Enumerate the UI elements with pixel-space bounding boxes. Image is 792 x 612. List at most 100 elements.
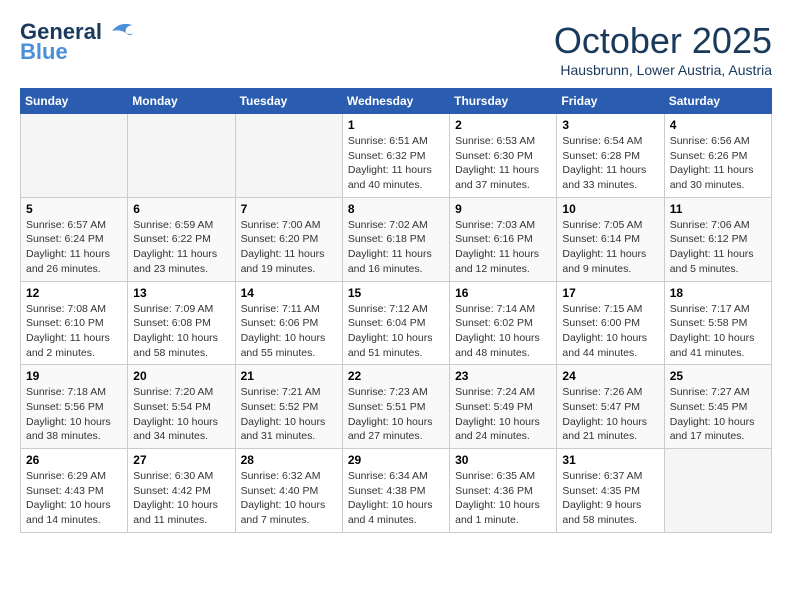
weekday-header-sunday: Sunday	[21, 89, 128, 114]
day-info: Sunrise: 7:15 AM Sunset: 6:00 PM Dayligh…	[562, 302, 658, 361]
calendar-cell: 24 Sunrise: 7:26 AM Sunset: 5:47 PM Dayli…	[557, 365, 664, 449]
day-info: Sunrise: 7:17 AM Sunset: 5:58 PM Dayligh…	[670, 302, 766, 361]
day-number: 6	[133, 202, 229, 216]
day-info: Sunrise: 7:27 AM Sunset: 5:45 PM Dayligh…	[670, 385, 766, 444]
calendar-cell: 16 Sunrise: 7:14 AM Sunset: 6:02 PM Dayli…	[450, 281, 557, 365]
day-info: Sunrise: 7:20 AM Sunset: 5:54 PM Dayligh…	[133, 385, 229, 444]
weekday-header-monday: Monday	[128, 89, 235, 114]
day-info: Sunrise: 6:37 AM Sunset: 4:35 PM Dayligh…	[562, 469, 658, 528]
day-number: 5	[26, 202, 122, 216]
calendar-cell	[664, 449, 771, 533]
calendar-cell: 21 Sunrise: 7:21 AM Sunset: 5:52 PM Dayli…	[235, 365, 342, 449]
day-number: 12	[26, 286, 122, 300]
weekday-header-saturday: Saturday	[664, 89, 771, 114]
day-number: 10	[562, 202, 658, 216]
day-info: Sunrise: 6:53 AM Sunset: 6:30 PM Dayligh…	[455, 134, 551, 193]
logo-blue: Blue	[20, 40, 68, 64]
day-number: 24	[562, 369, 658, 383]
day-number: 17	[562, 286, 658, 300]
calendar-cell: 22 Sunrise: 7:23 AM Sunset: 5:51 PM Dayli…	[342, 365, 449, 449]
day-number: 21	[241, 369, 337, 383]
calendar-cell: 8Sunrise: 7:02 AM Sunset: 6:18 PM Daylig…	[342, 197, 449, 281]
day-number: 25	[670, 369, 766, 383]
calendar-cell: 23 Sunrise: 7:24 AM Sunset: 5:49 PM Dayli…	[450, 365, 557, 449]
calendar-table: SundayMondayTuesdayWednesdayThursdayFrid…	[20, 88, 772, 533]
calendar-cell	[235, 114, 342, 198]
day-info: Sunrise: 7:05 AM Sunset: 6:14 PM Dayligh…	[562, 218, 658, 277]
day-number: 14	[241, 286, 337, 300]
day-info: Sunrise: 6:54 AM Sunset: 6:28 PM Dayligh…	[562, 134, 658, 193]
day-number: 20	[133, 369, 229, 383]
calendar-cell: 19Sunrise: 7:18 AM Sunset: 5:56 PM Dayli…	[21, 365, 128, 449]
calendar-cell: 26 Sunrise: 6:29 AM Sunset: 4:43 PM Dayli…	[21, 449, 128, 533]
day-number: 31	[562, 453, 658, 467]
calendar-cell: 1Sunrise: 6:51 AM Sunset: 6:32 PM Daylig…	[342, 114, 449, 198]
calendar-cell	[128, 114, 235, 198]
day-number: 7	[241, 202, 337, 216]
day-info: Sunrise: 7:18 AM Sunset: 5:56 PM Dayligh…	[26, 385, 122, 444]
calendar-cell: 4Sunrise: 6:56 AM Sunset: 6:26 PM Daylig…	[664, 114, 771, 198]
day-info: Sunrise: 7:14 AM Sunset: 6:02 PM Dayligh…	[455, 302, 551, 361]
page-header: General Blue October 2025 Hausbrunn, Low…	[20, 20, 772, 78]
title-block: October 2025 Hausbrunn, Lower Austria, A…	[554, 20, 772, 78]
calendar-week-5: 26 Sunrise: 6:29 AM Sunset: 4:43 PM Dayli…	[21, 449, 772, 533]
day-number: 28	[241, 453, 337, 467]
calendar-cell: 13Sunrise: 7:09 AM Sunset: 6:08 PM Dayli…	[128, 281, 235, 365]
calendar-cell: 5 Sunrise: 6:57 AM Sunset: 6:24 PM Daylig…	[21, 197, 128, 281]
day-info: Sunrise: 7:24 AM Sunset: 5:49 PM Dayligh…	[455, 385, 551, 444]
day-info: Sunrise: 7:03 AM Sunset: 6:16 PM Dayligh…	[455, 218, 551, 277]
calendar-week-3: 12 Sunrise: 7:08 AM Sunset: 6:10 PM Dayli…	[21, 281, 772, 365]
day-info: Sunrise: 7:00 AM Sunset: 6:20 PM Dayligh…	[241, 218, 337, 277]
calendar-cell: 11 Sunrise: 7:06 AM Sunset: 6:12 PM Dayli…	[664, 197, 771, 281]
day-info: Sunrise: 6:29 AM Sunset: 4:43 PM Dayligh…	[26, 469, 122, 528]
day-number: 23	[455, 369, 551, 383]
day-info: Sunrise: 6:56 AM Sunset: 6:26 PM Dayligh…	[670, 134, 766, 193]
day-number: 9	[455, 202, 551, 216]
calendar-cell: 28 Sunrise: 6:32 AM Sunset: 4:40 PM Dayli…	[235, 449, 342, 533]
day-number: 22	[348, 369, 444, 383]
day-info: Sunrise: 7:02 AM Sunset: 6:18 PM Dayligh…	[348, 218, 444, 277]
day-info: Sunrise: 7:09 AM Sunset: 6:08 PM Dayligh…	[133, 302, 229, 361]
logo: General Blue	[20, 20, 136, 64]
day-info: Sunrise: 7:08 AM Sunset: 6:10 PM Dayligh…	[26, 302, 122, 361]
day-info: Sunrise: 6:30 AM Sunset: 4:42 PM Dayligh…	[133, 469, 229, 528]
weekday-header-tuesday: Tuesday	[235, 89, 342, 114]
calendar-cell: 30Sunrise: 6:35 AM Sunset: 4:36 PM Dayli…	[450, 449, 557, 533]
calendar-cell: 27 Sunrise: 6:30 AM Sunset: 4:42 PM Dayli…	[128, 449, 235, 533]
weekday-header-row: SundayMondayTuesdayWednesdayThursdayFrid…	[21, 89, 772, 114]
day-number: 16	[455, 286, 551, 300]
day-number: 11	[670, 202, 766, 216]
day-number: 27	[133, 453, 229, 467]
location: Hausbrunn, Lower Austria, Austria	[554, 62, 772, 78]
day-number: 1	[348, 118, 444, 132]
day-number: 26	[26, 453, 122, 467]
calendar-cell: 18 Sunrise: 7:17 AM Sunset: 5:58 PM Dayli…	[664, 281, 771, 365]
day-info: Sunrise: 7:21 AM Sunset: 5:52 PM Dayligh…	[241, 385, 337, 444]
calendar-cell: 12 Sunrise: 7:08 AM Sunset: 6:10 PM Dayli…	[21, 281, 128, 365]
day-info: Sunrise: 6:34 AM Sunset: 4:38 PM Dayligh…	[348, 469, 444, 528]
calendar-cell	[21, 114, 128, 198]
day-info: Sunrise: 6:32 AM Sunset: 4:40 PM Dayligh…	[241, 469, 337, 528]
day-number: 18	[670, 286, 766, 300]
day-info: Sunrise: 6:57 AM Sunset: 6:24 PM Dayligh…	[26, 218, 122, 277]
month-title: October 2025	[554, 20, 772, 62]
day-info: Sunrise: 7:23 AM Sunset: 5:51 PM Dayligh…	[348, 385, 444, 444]
day-info: Sunrise: 7:06 AM Sunset: 6:12 PM Dayligh…	[670, 218, 766, 277]
calendar-cell: 15Sunrise: 7:12 AM Sunset: 6:04 PM Dayli…	[342, 281, 449, 365]
calendar-cell: 17 Sunrise: 7:15 AM Sunset: 6:00 PM Dayli…	[557, 281, 664, 365]
calendar-cell: 6 Sunrise: 6:59 AM Sunset: 6:22 PM Daylig…	[128, 197, 235, 281]
day-info: Sunrise: 6:35 AM Sunset: 4:36 PM Dayligh…	[455, 469, 551, 528]
day-number: 29	[348, 453, 444, 467]
day-info: Sunrise: 6:59 AM Sunset: 6:22 PM Dayligh…	[133, 218, 229, 277]
calendar-cell: 9 Sunrise: 7:03 AM Sunset: 6:16 PM Daylig…	[450, 197, 557, 281]
day-info: Sunrise: 7:26 AM Sunset: 5:47 PM Dayligh…	[562, 385, 658, 444]
weekday-header-thursday: Thursday	[450, 89, 557, 114]
calendar-cell: 7 Sunrise: 7:00 AM Sunset: 6:20 PM Daylig…	[235, 197, 342, 281]
day-info: Sunrise: 7:12 AM Sunset: 6:04 PM Dayligh…	[348, 302, 444, 361]
calendar-cell: 31 Sunrise: 6:37 AM Sunset: 4:35 PM Dayli…	[557, 449, 664, 533]
calendar-cell: 20 Sunrise: 7:20 AM Sunset: 5:54 PM Dayli…	[128, 365, 235, 449]
weekday-header-wednesday: Wednesday	[342, 89, 449, 114]
calendar-week-4: 19Sunrise: 7:18 AM Sunset: 5:56 PM Dayli…	[21, 365, 772, 449]
calendar-week-2: 5 Sunrise: 6:57 AM Sunset: 6:24 PM Daylig…	[21, 197, 772, 281]
calendar-cell: 14Sunrise: 7:11 AM Sunset: 6:06 PM Dayli…	[235, 281, 342, 365]
